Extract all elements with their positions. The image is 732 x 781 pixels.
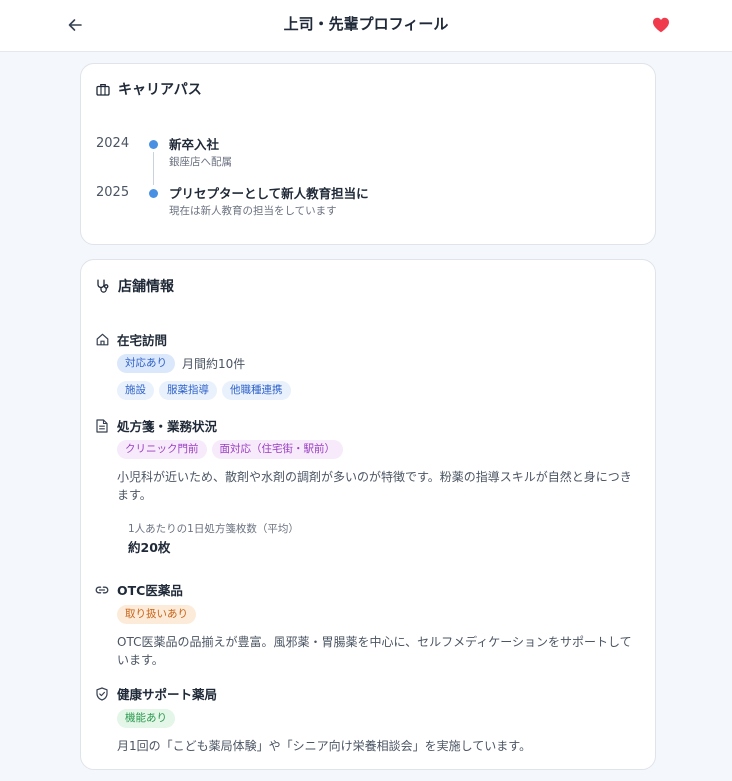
shield-check-icon: [95, 686, 109, 701]
tag-chip: クリニック門前: [117, 440, 207, 459]
timeline-item: 2024 新卒入社 銀座店へ配属: [96, 134, 636, 174]
otc-status-row: 取り扱いあり: [117, 605, 196, 624]
prescription-stat-label: 1人あたりの1日処方箋枚数（平均）: [128, 523, 299, 535]
tag-chip: 施設: [117, 381, 154, 400]
career-path-heading: キャリアパス: [95, 79, 202, 99]
prescription-heading: 処方箋・業務状況: [95, 416, 217, 435]
timeline-subtitle: 銀座店へ配属: [169, 156, 232, 168]
career-path-card: キャリアパス 2024 新卒入社 銀座店へ配属 2025 プリセプターとして新人…: [80, 63, 656, 245]
prescription-stat-value: 約20枚: [128, 540, 171, 555]
health-support-heading: 健康サポート薬局: [95, 684, 217, 703]
timeline-title: プリセプターとして新人教育担当に: [169, 186, 369, 201]
timeline-year: 2024: [96, 136, 130, 151]
favorite-button[interactable]: [648, 12, 674, 38]
tag-chip: 服薬指導: [159, 381, 217, 400]
store-info-heading: 店舗情報: [95, 276, 174, 296]
otc-title: OTC医薬品: [117, 583, 183, 598]
home-visit-title: 在宅訪問: [117, 333, 168, 348]
prescription-description: 小児科が近いため、散剤や水剤の調剤が多いのが特徴です。粉薬の指導スキルが自然と身…: [117, 470, 632, 502]
timeline-year: 2025: [96, 185, 130, 200]
store-info-title: 店舗情報: [118, 279, 174, 295]
otc-description: OTC医薬品の品揃えが豊富。風邪薬・胃腸薬を中心に、セルフメディケーションをサポ…: [117, 635, 632, 667]
home-visit-tags: 施設 服薬指導 他職種連携: [117, 381, 291, 400]
otc-status-badge: 取り扱いあり: [117, 605, 196, 624]
health-status-badge: 機能あり: [117, 709, 175, 728]
page-title: 上司・先輩プロフィール: [283, 15, 449, 33]
timeline-item: 2025 プリセプターとして新人教育担当に 現在は新人教育の担当をしています: [96, 183, 636, 223]
home-visit-heading: 在宅訪問: [95, 330, 167, 349]
app-header: 上司・先輩プロフィール: [0, 0, 732, 52]
health-support-title: 健康サポート薬局: [117, 687, 218, 702]
prescription-title: 処方箋・業務状況: [117, 419, 218, 434]
link-icon: [95, 583, 109, 597]
timeline-title: 新卒入社: [169, 137, 220, 152]
health-status-row: 機能あり: [117, 709, 175, 728]
document-icon: [95, 418, 109, 433]
home-icon: [95, 333, 109, 347]
home-visit-status-row: 対応あり 月間約10件: [117, 354, 245, 373]
heart-icon: [653, 17, 669, 33]
otc-heading: OTC医薬品: [95, 580, 183, 599]
home-visit-note: 月間約10件: [182, 357, 246, 371]
store-info-card: 店舗情報 在宅訪問 対応あり 月間約10件 施設 服薬指導 他職種連携 処方箋・…: [80, 259, 656, 770]
career-path-title: キャリアパス: [118, 82, 202, 98]
stethoscope-icon: [95, 278, 111, 294]
tag-chip: 面対応（住宅街・駅前）: [211, 440, 343, 459]
prescription-tags: クリニック門前 面対応（住宅街・駅前）: [117, 440, 343, 459]
home-visit-status-badge: 対応あり: [117, 354, 175, 373]
timeline-dot: [149, 140, 158, 149]
timeline-subtitle: 現在は新人教育の担当をしています: [169, 205, 337, 217]
timeline-dot: [149, 189, 158, 198]
tag-chip: 他職種連携: [222, 381, 291, 400]
health-description: 月1回の「こども薬局体験」や「シニア向け栄養相談会」を実施しています。: [117, 739, 532, 753]
briefcase-icon: [95, 81, 111, 97]
